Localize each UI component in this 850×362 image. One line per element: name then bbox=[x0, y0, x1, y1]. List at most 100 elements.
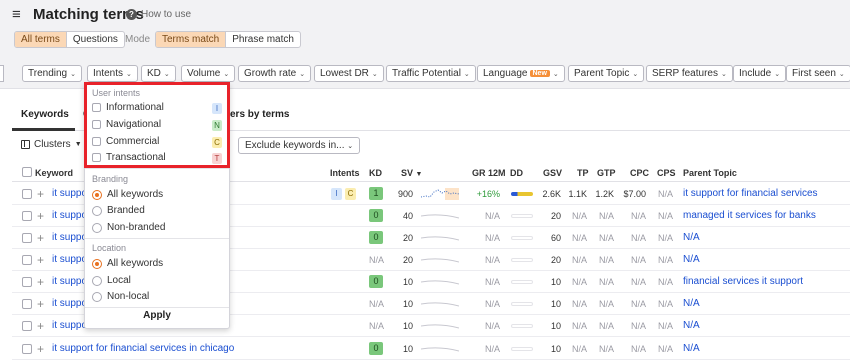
filter-intents[interactable]: Intents ⌄ bbox=[87, 65, 138, 82]
location-local[interactable]: Local bbox=[92, 275, 131, 286]
gtp-value: N/A bbox=[598, 321, 614, 331]
location-non-local[interactable]: Non-local bbox=[92, 291, 149, 302]
trend-sparkline[interactable] bbox=[421, 232, 459, 244]
intent-option-navigational[interactable]: Navigational bbox=[92, 119, 161, 130]
col-gsv[interactable]: GSV bbox=[543, 168, 562, 178]
select-all-checkbox[interactable] bbox=[22, 167, 32, 177]
trend-sparkline[interactable] bbox=[421, 320, 459, 332]
filter-label: Parent Topic bbox=[574, 68, 630, 79]
filter-lowest-dr[interactable]: Lowest DR ⌄ bbox=[314, 65, 384, 82]
trend-sparkline[interactable] bbox=[421, 210, 459, 222]
exclude-keywords-dropdown[interactable]: Exclude keywords in... ⌄ bbox=[238, 137, 361, 154]
how-to-use-link[interactable]: ? How to use bbox=[126, 9, 191, 20]
col-dd[interactable]: DD bbox=[510, 168, 523, 178]
tab-questions[interactable]: Questions bbox=[67, 32, 124, 47]
keyword-link[interactable]: it suppo bbox=[52, 320, 87, 331]
intent-option-informational[interactable]: Informational bbox=[92, 102, 164, 113]
row-checkbox[interactable] bbox=[22, 211, 32, 221]
filter-kd[interactable]: KD ⌄ bbox=[141, 65, 176, 82]
menu-icon[interactable]: ≡ bbox=[12, 6, 21, 23]
branding-all-keywords[interactable]: All keywords bbox=[92, 189, 163, 200]
add-keyword-icon[interactable]: + bbox=[37, 188, 44, 200]
intent-option-transactional[interactable]: Transactional bbox=[92, 152, 166, 163]
parent-topic-link[interactable]: it support for financial services bbox=[683, 188, 818, 199]
keyword-link[interactable]: it suppo bbox=[52, 276, 87, 287]
gtp-value: N/A bbox=[598, 344, 614, 354]
chevron-down-icon: ⌄ bbox=[299, 71, 306, 78]
keyword-link[interactable]: it support for financial services in chi… bbox=[52, 343, 234, 354]
add-keyword-icon[interactable]: + bbox=[37, 254, 44, 266]
col-keyword[interactable]: Keyword bbox=[35, 168, 73, 178]
clusters-icon bbox=[21, 140, 30, 149]
tab-keywords[interactable]: Keywords bbox=[21, 109, 69, 120]
trend-sparkline[interactable] bbox=[421, 343, 459, 355]
gr-value: +16% bbox=[476, 189, 500, 199]
intent-option-commercial[interactable]: Commercial bbox=[92, 136, 159, 147]
filter-first-seen[interactable]: First seen ⌄ bbox=[786, 65, 850, 82]
filter-label: Trending bbox=[28, 68, 68, 79]
kd-badge: 1 bbox=[369, 187, 383, 200]
location-all-keywords[interactable]: All keywords bbox=[92, 258, 163, 269]
col-cpc[interactable]: CPC bbox=[630, 168, 649, 178]
apply-button[interactable]: Apply bbox=[85, 310, 229, 321]
keyword-link[interactable]: it suppo bbox=[52, 298, 87, 309]
clusters-button[interactable]: Clusters ▼ bbox=[21, 139, 82, 150]
gsv-value: 2.6K bbox=[542, 189, 561, 199]
row-checkbox[interactable] bbox=[22, 299, 32, 309]
filter-stub[interactable] bbox=[0, 65, 4, 82]
row-checkbox[interactable] bbox=[22, 321, 32, 331]
add-keyword-icon[interactable]: + bbox=[37, 210, 44, 222]
filter-parent-topic[interactable]: Parent Topic ⌄ bbox=[568, 65, 645, 82]
add-keyword-icon[interactable]: + bbox=[37, 343, 44, 355]
branding-non-branded[interactable]: Non-branded bbox=[92, 222, 165, 233]
parent-topic-link[interactable]: financial services it support bbox=[683, 276, 803, 287]
add-keyword-icon[interactable]: + bbox=[37, 320, 44, 332]
col-intents[interactable]: Intents bbox=[330, 168, 360, 178]
keyword-link[interactable]: it suppo bbox=[52, 188, 87, 199]
col-tp[interactable]: TP bbox=[577, 168, 589, 178]
mode-phrase-match[interactable]: Phrase match bbox=[226, 32, 300, 47]
gsv-value: 10 bbox=[550, 344, 561, 354]
add-keyword-icon[interactable]: + bbox=[37, 232, 44, 244]
branding-branded[interactable]: Branded bbox=[92, 205, 145, 216]
row-checkbox[interactable] bbox=[22, 344, 32, 354]
tp-value: N/A bbox=[571, 211, 587, 221]
col-cps[interactable]: CPS bbox=[657, 168, 676, 178]
keyword-link[interactable]: it suppo bbox=[52, 254, 87, 265]
add-keyword-icon[interactable]: + bbox=[37, 276, 44, 288]
col-sv[interactable]: SV ▼ bbox=[401, 168, 422, 178]
mode-label: Mode bbox=[125, 34, 151, 45]
tab-clusters-by-terms[interactable]: ers by terms bbox=[230, 109, 289, 120]
tab-all-terms[interactable]: All terms bbox=[15, 32, 67, 47]
trend-sparkline[interactable] bbox=[421, 254, 459, 266]
filter-growth-rate[interactable]: Growth rate ⌄ bbox=[238, 65, 312, 82]
chevron-down-icon: ⌄ bbox=[774, 71, 781, 78]
add-keyword-icon[interactable]: + bbox=[37, 298, 44, 310]
filter-volume[interactable]: Volume ⌄ bbox=[181, 65, 236, 82]
filter-trending[interactable]: Trending ⌄ bbox=[22, 65, 82, 82]
parent-topic-link: N/A bbox=[683, 254, 700, 265]
parent-topic-link[interactable]: managed it services for banks bbox=[683, 210, 816, 221]
dd-bar-empty bbox=[511, 324, 533, 328]
col-gtp[interactable]: GTP bbox=[597, 168, 616, 178]
gr-value: N/A bbox=[484, 299, 500, 309]
col-kd[interactable]: KD bbox=[369, 168, 382, 178]
filter-label: Intents bbox=[93, 68, 124, 79]
row-checkbox[interactable] bbox=[22, 233, 32, 243]
trend-sparkline[interactable] bbox=[421, 298, 459, 310]
trend-sparkline[interactable] bbox=[421, 276, 459, 288]
filter-traffic-potential[interactable]: Traffic Potential ⌄ bbox=[386, 65, 476, 82]
row-checkbox[interactable] bbox=[22, 277, 32, 287]
trend-sparkline[interactable] bbox=[421, 188, 459, 200]
col-gr12m[interactable]: GR 12M bbox=[472, 168, 506, 178]
filter-serp-features[interactable]: SERP features ⌄ bbox=[646, 65, 733, 82]
trend-line bbox=[421, 258, 459, 263]
mode-terms-match[interactable]: Terms match bbox=[156, 32, 227, 47]
keyword-link[interactable]: it suppo bbox=[52, 210, 87, 221]
row-checkbox[interactable] bbox=[22, 189, 32, 199]
filter-language[interactable]: Language New ⌄ bbox=[477, 65, 565, 82]
keyword-link[interactable]: it suppo bbox=[52, 232, 87, 243]
col-parent-topic[interactable]: Parent Topic bbox=[683, 168, 737, 178]
row-checkbox[interactable] bbox=[22, 255, 32, 265]
filter-include[interactable]: Include ⌄ bbox=[733, 65, 787, 82]
